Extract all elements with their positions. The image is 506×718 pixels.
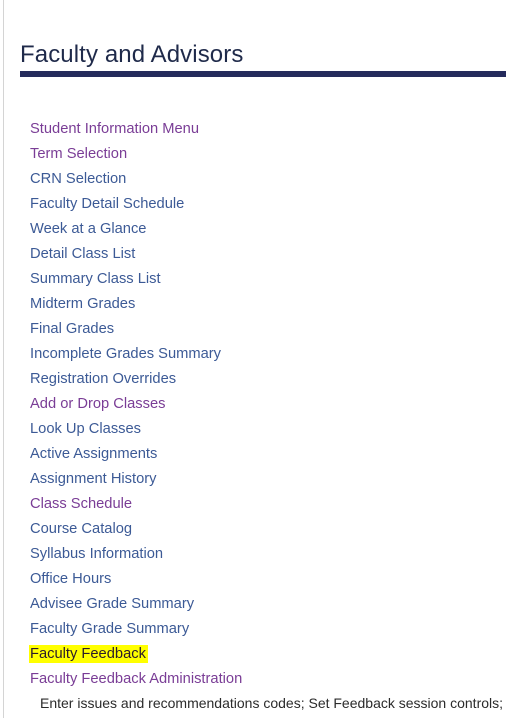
menu-list-item: Office Hours xyxy=(30,567,500,592)
menu-item-description: Enter issues and recommendations codes; … xyxy=(40,695,504,711)
menu-list-item: Summary Class List xyxy=(30,267,500,292)
menu-link-active-assignments[interactable]: Active Assignments xyxy=(30,446,157,462)
menu-list-item: Advisee Grade Summary xyxy=(30,592,500,617)
menu-list-item: Course Catalog xyxy=(30,517,500,542)
menu-link-office-hours[interactable]: Office Hours xyxy=(30,571,111,587)
menu-link-class-schedule[interactable]: Class Schedule xyxy=(30,496,132,512)
menu-link-term-selection[interactable]: Term Selection xyxy=(30,146,127,162)
menu-link-summary-class-list[interactable]: Summary Class List xyxy=(30,271,161,287)
menu-link-advisee-grade-summary[interactable]: Advisee Grade Summary xyxy=(30,596,194,612)
menu-link-final-grades[interactable]: Final Grades xyxy=(30,321,114,337)
menu-link-add-or-drop-classes[interactable]: Add or Drop Classes xyxy=(30,396,166,412)
menu-link-faculty-feedback-administration[interactable]: Faculty Feedback Administration xyxy=(30,671,242,687)
menu-list-item: Term Selection xyxy=(30,142,500,167)
menu-list-item: Faculty Grade Summary xyxy=(30,617,500,642)
menu-list-item: CRN Selection xyxy=(30,167,500,192)
menu-list-item: Week at a Glance xyxy=(30,217,500,242)
menu-list-item: Detail Class List xyxy=(30,242,500,267)
menu-list-item: Assignment History xyxy=(30,467,500,492)
menu-link-incomplete-grades-summary[interactable]: Incomplete Grades Summary xyxy=(30,346,221,362)
menu-list-item: Active Assignments xyxy=(30,442,500,467)
menu-list-item: Class Schedule xyxy=(30,492,500,517)
menu-link-assignment-history[interactable]: Assignment History xyxy=(30,471,157,487)
menu-list-item: Faculty Detail Schedule xyxy=(30,192,500,217)
menu-list-item: Student Information Menu xyxy=(30,117,500,142)
menu-link-student-information-menu[interactable]: Student Information Menu xyxy=(30,121,199,137)
menu-link-faculty-feedback[interactable]: Faculty Feedback xyxy=(29,645,148,663)
menu-list-item: Faculty Feedback xyxy=(29,642,500,667)
menu-list-item: Registration Overrides xyxy=(30,367,500,392)
faculty-menu-list: Student Information Menu Term Selection CR… xyxy=(29,117,504,714)
menu-link-look-up-classes[interactable]: Look Up Classes xyxy=(30,421,141,437)
menu-link-midterm-grades[interactable]: Midterm Grades xyxy=(30,296,135,312)
menu-link-course-catalog[interactable]: Course Catalog xyxy=(30,521,132,537)
menu-list-item: Look Up Classes xyxy=(30,417,500,442)
menu-link-faculty-detail-schedule[interactable]: Faculty Detail Schedule xyxy=(30,196,184,212)
menu-list-item: Final Grades xyxy=(30,317,500,342)
menu-list-item: Faculty Feedback Administration Enter iss… xyxy=(30,667,504,714)
menu-list-item: Syllabus Information xyxy=(30,542,500,567)
faculty-and-advisors-page: Faculty and Advisors Student Information… xyxy=(0,0,506,718)
menu-link-faculty-grade-summary[interactable]: Faculty Grade Summary xyxy=(30,621,189,637)
menu-link-crn-selection[interactable]: CRN Selection xyxy=(30,171,126,187)
title-divider xyxy=(20,71,506,77)
menu-list-item: Incomplete Grades Summary xyxy=(30,342,500,367)
menu-link-detail-class-list[interactable]: Detail Class List xyxy=(30,246,135,262)
menu-list-item: Midterm Grades xyxy=(30,292,500,317)
menu-list-item: Add or Drop Classes xyxy=(30,392,500,417)
menu-link-registration-overrides[interactable]: Registration Overrides xyxy=(30,371,176,387)
menu-link-week-at-a-glance[interactable]: Week at a Glance xyxy=(30,221,146,237)
page-title: Faculty and Advisors xyxy=(20,41,244,69)
menu-link-syllabus-information[interactable]: Syllabus Information xyxy=(30,546,163,562)
